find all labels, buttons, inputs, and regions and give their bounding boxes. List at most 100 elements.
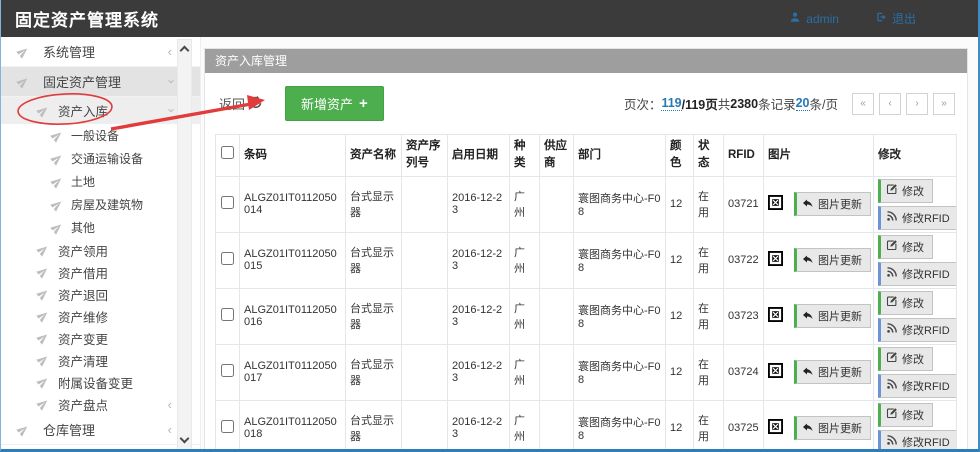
edit-rfid-button[interactable]: 修改RFID [878, 262, 957, 286]
cell-select [216, 288, 240, 344]
prev-page-button[interactable]: ‹ [879, 93, 901, 115]
edit-rfid-button[interactable]: 修改RFID [878, 430, 957, 452]
user-link[interactable]: admin [789, 10, 839, 27]
sidebar-item-label: 系统管理 [43, 42, 95, 61]
col-serial: 资产序列号 [402, 135, 448, 177]
assets-table: 条码 资产名称 资产序列号 启用日期 种类 供应商 部门 颜色 状态 RFID … [215, 134, 957, 452]
cell-rfid: 03721 [724, 176, 764, 232]
cell-asset-name: 台式显示器 [346, 344, 402, 400]
col-select [216, 135, 240, 177]
table-row: ALGZ01IT0112050014 台式显示器 2016-12-23 广州 寰… [216, 176, 957, 232]
plus-icon: + [359, 99, 368, 109]
image-update-button[interactable]: 图片更新 [794, 304, 871, 328]
row-checkbox[interactable] [221, 420, 234, 433]
sidebar-item-7[interactable]: 房屋及建筑物 [1, 193, 200, 216]
cell-color: 12 [666, 400, 694, 452]
image-update-button[interactable]: 图片更新 [794, 416, 871, 440]
row-checkbox[interactable] [221, 308, 234, 321]
rss-icon [886, 266, 898, 281]
edit-rfid-button[interactable]: 修改RFID [878, 206, 957, 230]
cell-start-date: 2016-12-23 [448, 400, 510, 452]
edit-rfid-label: 修改RFID [902, 322, 950, 338]
edit-rfid-button[interactable]: 修改RFID [878, 374, 957, 398]
topbar: 固定资产管理系统 admin 退出 [1, 0, 978, 37]
sidebar-item-13[interactable]: 资产变更 [1, 327, 200, 349]
cell-department: 寰图商务中心-F08 [574, 232, 666, 288]
pencil-square-icon [886, 239, 898, 254]
select-all-checkbox[interactable] [221, 146, 234, 159]
sidebar-item-label: 土地 [71, 173, 95, 190]
sidebar-item-10[interactable]: 资产借用 [1, 261, 200, 283]
image-update-button[interactable]: 图片更新 [794, 192, 871, 216]
add-asset-button[interactable]: 新增资产 + [285, 86, 384, 121]
last-page-button[interactable]: » [933, 93, 955, 115]
sidebar-item-8[interactable]: 其他 [1, 216, 200, 239]
cell-actions: 修改 修改RFID [874, 344, 957, 400]
edit-button[interactable]: 修改 [878, 403, 933, 427]
sidebar-item-4[interactable]: 一般设备 [1, 124, 200, 147]
image-update-label: 图片更新 [818, 252, 862, 268]
nav-plane-icon [51, 130, 63, 142]
cell-category: 广州 [510, 344, 540, 400]
scroll-up-icon[interactable] [180, 46, 190, 56]
sidebar-item-16[interactable]: 资产盘点 ‹ [1, 393, 200, 415]
current-page-link[interactable]: 119 [661, 96, 681, 111]
edit-button[interactable]: 修改 [878, 235, 933, 259]
edit-button[interactable]: 修改 [878, 347, 933, 371]
chevron-down-icon: ‹ [163, 108, 176, 112]
chevron-left-icon: ‹ [168, 423, 172, 436]
nav-plane-icon [51, 153, 63, 165]
sidebar-item-17[interactable]: 仓库管理 ‹ [1, 415, 200, 445]
scroll-down-icon[interactable] [180, 434, 190, 444]
nav-plane-icon [37, 398, 49, 410]
page-size-link[interactable]: 20 [796, 96, 810, 111]
broken-image-icon [768, 363, 783, 381]
asset-panel: 资产入库管理 返回 新增资产 + 页次： 119 /119页 共 [204, 48, 968, 452]
sidebar-scrollbar[interactable] [177, 39, 192, 450]
image-update-button[interactable]: 图片更新 [794, 248, 871, 272]
sidebar-item-15[interactable]: 附属设备变更 [1, 371, 200, 393]
image-update-button[interactable]: 图片更新 [794, 360, 871, 384]
nav-plane-icon [37, 354, 49, 366]
row-checkbox[interactable] [221, 196, 234, 209]
cell-supplier [540, 400, 574, 452]
edit-rfid-button[interactable]: 修改RFID [878, 318, 957, 342]
sidebar-item-9[interactable]: 资产领用 [1, 239, 200, 261]
sidebar-item-2[interactable]: 固定资产管理 ‹ [1, 67, 200, 97]
row-checkbox[interactable] [221, 252, 234, 265]
cell-actions: 修改 修改RFID [874, 288, 957, 344]
nav-plane-icon [37, 244, 49, 256]
sidebar-item-12[interactable]: 资产维修 [1, 305, 200, 327]
edit-button[interactable]: 修改 [878, 291, 933, 315]
logout-link[interactable]: 退出 [875, 10, 916, 27]
edit-button[interactable]: 修改 [878, 179, 933, 203]
sidebar-item-label: 资产领用 [58, 241, 108, 260]
cell-supplier [540, 288, 574, 344]
col-supplier: 供应商 [540, 135, 574, 177]
update-arrow-icon [802, 421, 814, 436]
sidebar-item-6[interactable]: 土地 [1, 170, 200, 193]
cell-serial [402, 232, 448, 288]
pencil-square-icon [886, 183, 898, 198]
sidebar-item-14[interactable]: 资产清理 [1, 349, 200, 371]
edit-label: 修改 [902, 183, 924, 199]
next-page-button[interactable]: › [906, 93, 928, 115]
sidebar-item-label: 资产入库 [58, 101, 108, 120]
cell-color: 12 [666, 288, 694, 344]
sidebar-item-11[interactable]: 资产退回 [1, 283, 200, 305]
first-page-button[interactable]: « [852, 93, 874, 115]
cell-category: 广州 [510, 176, 540, 232]
cell-status: 在用 [694, 232, 724, 288]
sidebar-item-5[interactable]: 交通运输设备 [1, 147, 200, 170]
back-button[interactable]: 返回 [213, 90, 269, 117]
broken-image-icon [768, 251, 783, 269]
image-update-label: 图片更新 [818, 364, 862, 380]
app-window: 固定资产管理系统 admin 退出 系统管理 ‹ 固定资产管理 ‹ 资产入库 ‹… [0, 0, 980, 452]
page-size-post: 条/页 [810, 94, 838, 113]
col-start-date: 启用日期 [448, 135, 510, 177]
pencil-square-icon [886, 407, 898, 422]
sidebar-item-3[interactable]: 资产入库 ‹ [1, 97, 200, 124]
sidebar-item-1[interactable]: 系统管理 ‹ [1, 37, 200, 67]
col-asset-name: 资产名称 [346, 135, 402, 177]
row-checkbox[interactable] [221, 364, 234, 377]
